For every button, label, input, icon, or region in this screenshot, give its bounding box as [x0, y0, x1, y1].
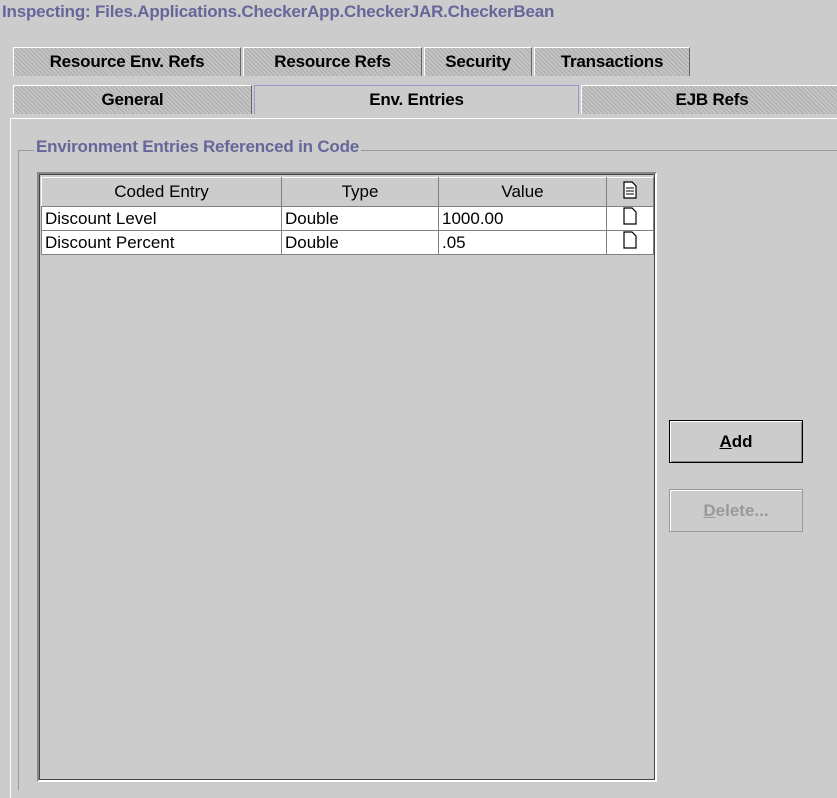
column-header-description[interactable]: [606, 177, 654, 207]
table-row[interactable]: Discount Level Double 1000.00: [41, 206, 654, 231]
column-header-value[interactable]: Value: [438, 177, 607, 207]
cell-value[interactable]: .05: [438, 230, 607, 255]
cell-type[interactable]: Double: [281, 206, 439, 231]
group-title: Environment Entries Referenced in Code: [34, 137, 362, 157]
cell-coded-entry[interactable]: Discount Level: [41, 206, 282, 231]
tab-resource-refs[interactable]: Resource Refs: [243, 47, 422, 76]
cell-coded-entry[interactable]: Discount Percent: [41, 230, 282, 255]
add-label: dd: [731, 431, 753, 451]
tab-resource-env-refs[interactable]: Resource Env. Refs: [13, 47, 241, 76]
add-mnemonic: A: [719, 431, 732, 451]
add-button[interactable]: Add: [669, 420, 803, 463]
column-header-type[interactable]: Type: [281, 177, 439, 207]
tab-ejb-refs[interactable]: EJB Refs: [581, 85, 837, 114]
cell-description[interactable]: [606, 206, 654, 231]
tab-transactions[interactable]: Transactions: [534, 47, 690, 76]
document-lines-icon: [623, 180, 637, 199]
entries-table-scrollpane[interactable]: Coded Entry Type Value Discount Level Do…: [37, 172, 657, 782]
document-icon: [623, 231, 637, 249]
cell-value[interactable]: 1000.00: [438, 206, 607, 231]
table-frame: [39, 174, 655, 780]
entries-table: Coded Entry Type Value Discount Level Do…: [41, 177, 654, 255]
delete-mnemonic: D: [703, 500, 716, 520]
delete-label: elete...: [715, 500, 769, 520]
table-header-row: Coded Entry Type Value: [41, 177, 654, 207]
column-header-coded-entry[interactable]: Coded Entry: [41, 177, 282, 207]
cell-description[interactable]: [606, 230, 654, 255]
tab-general[interactable]: General: [13, 85, 252, 114]
inspector-title: Inspecting: Files.Applications.CheckerAp…: [2, 2, 555, 21]
document-icon: [623, 207, 637, 225]
table-row[interactable]: Discount Percent Double .05: [41, 230, 654, 255]
tab-env-entries[interactable]: Env. Entries: [254, 85, 579, 114]
delete-button[interactable]: Delete...: [669, 489, 803, 532]
cell-type[interactable]: Double: [281, 230, 439, 255]
tab-security[interactable]: Security: [424, 47, 532, 76]
